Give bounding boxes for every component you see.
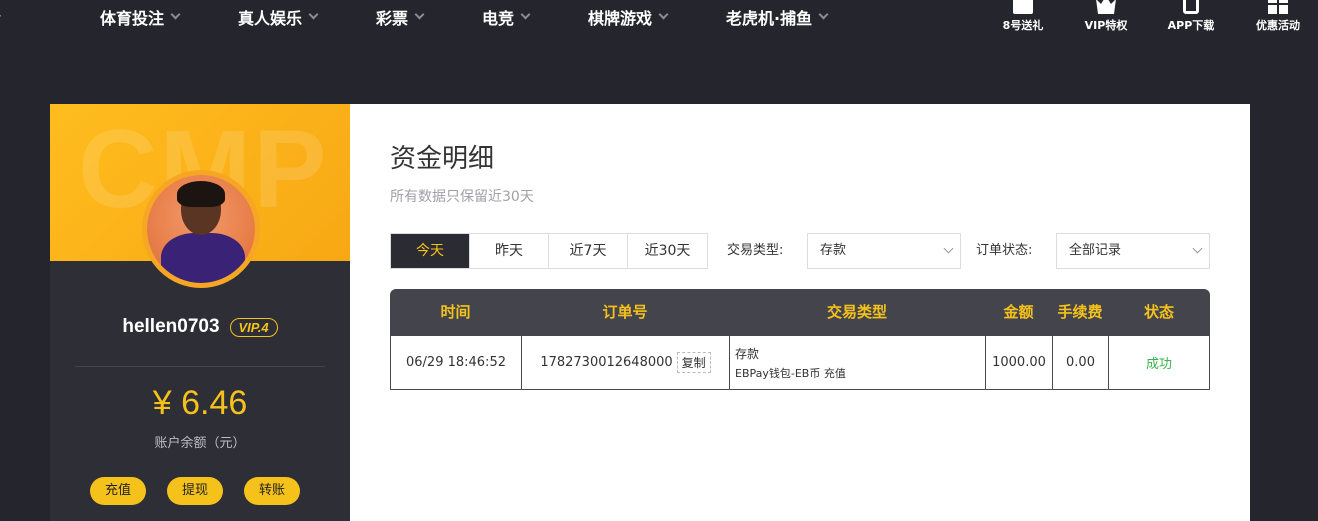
chevron-down-icon <box>943 243 954 254</box>
page-title: 资金明细 <box>390 144 495 174</box>
back-arrow-icon[interactable]: › <box>0 8 2 24</box>
page-subtitle: 所有数据只保留近30天 <box>390 189 534 205</box>
quick-promotions[interactable]: 优惠活动 <box>1240 0 1316 33</box>
transaction-type-select[interactable]: 存款 <box>807 233 961 269</box>
chevron-down-icon <box>520 9 531 20</box>
cell-fee: 0.00 <box>1053 336 1109 389</box>
nav-item-label: 体育投注 <box>100 9 165 28</box>
username: hellen0703 <box>122 316 220 337</box>
filter-30-days[interactable]: 近30天 <box>628 234 707 268</box>
transfer-button[interactable]: 转账 <box>244 477 300 505</box>
divider <box>75 366 325 367</box>
table-row: 06/29 18:46:52 1782730012648000 复制 存款 EB… <box>390 336 1210 390</box>
select-value: 全部记录 <box>1069 243 1122 258</box>
column-status: 状态 <box>1143 303 1174 321</box>
avatar-image <box>147 175 255 283</box>
avatar-hair <box>177 181 225 207</box>
status-badge: 成功 <box>1145 357 1172 372</box>
quick-label: VIP特权 <box>1084 19 1128 32</box>
deposit-button[interactable]: 充值 <box>90 477 146 505</box>
nav-esports[interactable]: 电竞 <box>482 5 531 29</box>
nav-item-label: 彩票 <box>376 9 409 28</box>
order-status-label: 订单状态: <box>976 243 1033 258</box>
chevron-down-icon <box>308 9 319 20</box>
vip-badge[interactable]: VIP.4 <box>229 317 278 337</box>
copy-button[interactable]: 复制 <box>676 352 711 373</box>
top-nav: › 体育投注 真人娱乐 彩票 电竞 棋牌游戏 老虎机·捕鱼 8号送礼 VIP特权… <box>0 0 1318 48</box>
column-order-number: 订单号 <box>602 303 648 321</box>
column-transaction-type: 交易类型 <box>826 303 887 321</box>
quick-label: 优惠活动 <box>1256 19 1300 32</box>
fund-details-panel: 资金明细 所有数据只保留近30天 今天 昨天 近7天 近30天 交易类型: 存款… <box>350 104 1250 521</box>
table-header: 时间 订单号 交易类型 金额 手续费 状态 <box>390 289 1210 336</box>
avatar-body <box>161 233 245 283</box>
withdraw-button[interactable]: 提现 <box>167 477 223 505</box>
quick-app-download[interactable]: APP下载 <box>1153 0 1229 33</box>
nav-slots-fishing[interactable]: 老虎机·捕鱼 <box>726 5 829 29</box>
nav-item-label: 真人娱乐 <box>238 9 303 28</box>
nav-item-label: 棋牌游戏 <box>588 9 653 28</box>
phone-icon <box>1183 0 1199 14</box>
transaction-detail: EBPay钱包-EB币 充值 <box>735 366 846 380</box>
column-time: 时间 <box>440 303 471 321</box>
column-fee: 手续费 <box>1057 303 1103 321</box>
profile-panel: CMP hellen0703 VIP.4 ¥ 6.46 账户余额（元） 充值 提… <box>50 104 350 521</box>
nav-sports[interactable]: 体育投注 <box>100 5 181 29</box>
filter-today[interactable]: 今天 <box>391 234 470 268</box>
nav-item-label: 电竞 <box>482 9 515 28</box>
filter-yesterday[interactable]: 昨天 <box>470 234 549 268</box>
gift-icon <box>1013 0 1033 14</box>
cell-order-number: 1782730012648000 复制 <box>522 336 730 389</box>
quick-label: APP下载 <box>1167 19 1215 32</box>
cell-status: 成功 <box>1109 336 1209 389</box>
chevron-down-icon <box>1192 243 1203 254</box>
quick-label: 8号送礼 <box>1002 19 1044 32</box>
chevron-down-icon <box>170 9 181 20</box>
chevron-down-icon <box>658 9 669 20</box>
fund-details-table: 时间 订单号 交易类型 金额 手续费 状态 06/29 18:46:52 178… <box>390 289 1210 390</box>
quick-vip[interactable]: VIP特权 <box>1068 0 1144 33</box>
order-number: 1782730012648000 <box>540 355 673 370</box>
filter-7-days[interactable]: 近7天 <box>549 234 628 268</box>
transaction-type: 存款 <box>735 346 760 361</box>
nav-item-label: 老虎机·捕鱼 <box>726 9 813 28</box>
balance-label: 账户余额（元） <box>154 436 246 451</box>
transaction-type-label: 交易类型: <box>727 243 784 258</box>
account-balance: ¥ 6.46 <box>152 384 248 422</box>
chevron-down-icon <box>414 9 425 20</box>
nav-live-casino[interactable]: 真人娱乐 <box>238 5 319 29</box>
quick-gift[interactable]: 8号送礼 <box>985 0 1061 33</box>
user-info: hellen0703 VIP.4 <box>50 316 350 338</box>
nav-lottery[interactable]: 彩票 <box>376 5 425 29</box>
column-amount: 金额 <box>1003 303 1034 321</box>
date-filter-group: 今天 昨天 近7天 近30天 <box>390 233 708 269</box>
chevron-down-icon <box>818 9 829 20</box>
grid-icon <box>1268 0 1288 14</box>
select-value: 存款 <box>820 243 847 258</box>
cell-amount: 1000.00 <box>986 336 1053 389</box>
nav-card-games[interactable]: 棋牌游戏 <box>588 5 669 29</box>
avatar[interactable] <box>142 170 260 288</box>
cell-transaction-type: 存款 EBPay钱包-EB币 充值 <box>730 336 986 389</box>
cell-time: 06/29 18:46:52 <box>391 336 522 389</box>
order-status-select[interactable]: 全部记录 <box>1056 233 1210 269</box>
crown-icon <box>1096 0 1116 14</box>
